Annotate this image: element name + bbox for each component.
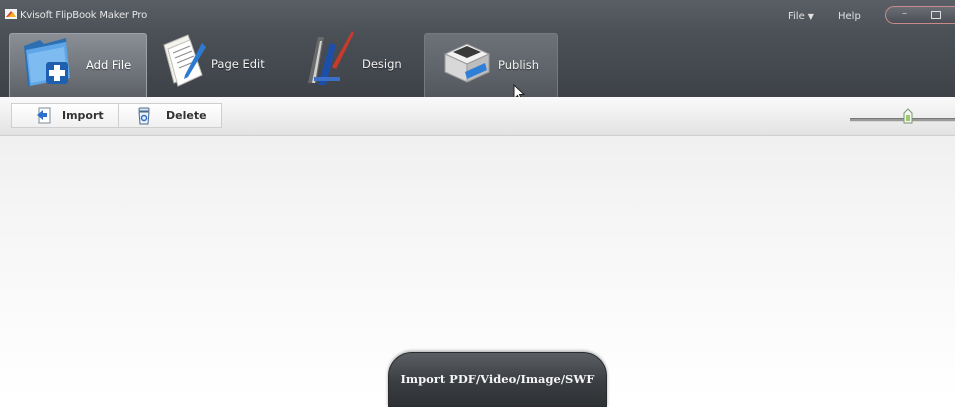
menu-file-label: File bbox=[788, 11, 805, 22]
tab-page-edit-label: Page Edit bbox=[211, 57, 265, 71]
tab-page-edit[interactable]: Page Edit bbox=[152, 33, 277, 97]
window-controls: – bbox=[885, 6, 955, 24]
printer-icon bbox=[443, 43, 491, 83]
menu-help[interactable]: Help bbox=[838, 11, 861, 22]
document-pen-icon bbox=[163, 34, 206, 87]
import-button[interactable]: Import bbox=[11, 103, 118, 128]
import-pdf-video-image-swf-button[interactable]: Import PDF/Video/Image/SWF bbox=[388, 352, 607, 407]
import-button-label: Import bbox=[62, 109, 104, 122]
app-header: Kvisoft FlipBook Maker Pro File ▼ Help – … bbox=[0, 0, 955, 102]
delete-button-label: Delete bbox=[166, 109, 207, 122]
tab-design[interactable]: Design bbox=[296, 31, 416, 97]
import-icon bbox=[37, 107, 51, 124]
delete-button[interactable]: Delete bbox=[118, 103, 222, 128]
tab-add-file[interactable]: Add File bbox=[9, 33, 147, 98]
maximize-icon[interactable] bbox=[931, 11, 941, 19]
zoom-slider-thumb[interactable] bbox=[903, 108, 913, 124]
tab-publish-label: Publish bbox=[498, 58, 539, 72]
menu-file[interactable]: File ▼ bbox=[788, 11, 814, 22]
toolbar: Import Delete bbox=[0, 97, 955, 136]
folder-add-icon bbox=[24, 38, 70, 86]
title-bar[interactable]: Kvisoft FlipBook Maker Pro File ▼ Help – bbox=[0, 0, 955, 26]
zoom-slider[interactable] bbox=[850, 108, 955, 124]
tab-add-file-label: Add File bbox=[86, 58, 132, 72]
minimize-icon[interactable]: – bbox=[902, 8, 907, 20]
import-button-label: Import PDF/Video/Image/SWF bbox=[400, 372, 595, 386]
chevron-down-icon: ▼ bbox=[807, 12, 814, 21]
tab-publish[interactable]: Publish bbox=[424, 33, 558, 98]
app-logo-icon bbox=[5, 9, 17, 19]
trash-icon bbox=[138, 107, 150, 125]
app-title: Kvisoft FlipBook Maker Pro bbox=[20, 10, 148, 21]
design-tools-icon bbox=[308, 31, 354, 85]
tab-design-label: Design bbox=[362, 57, 402, 71]
